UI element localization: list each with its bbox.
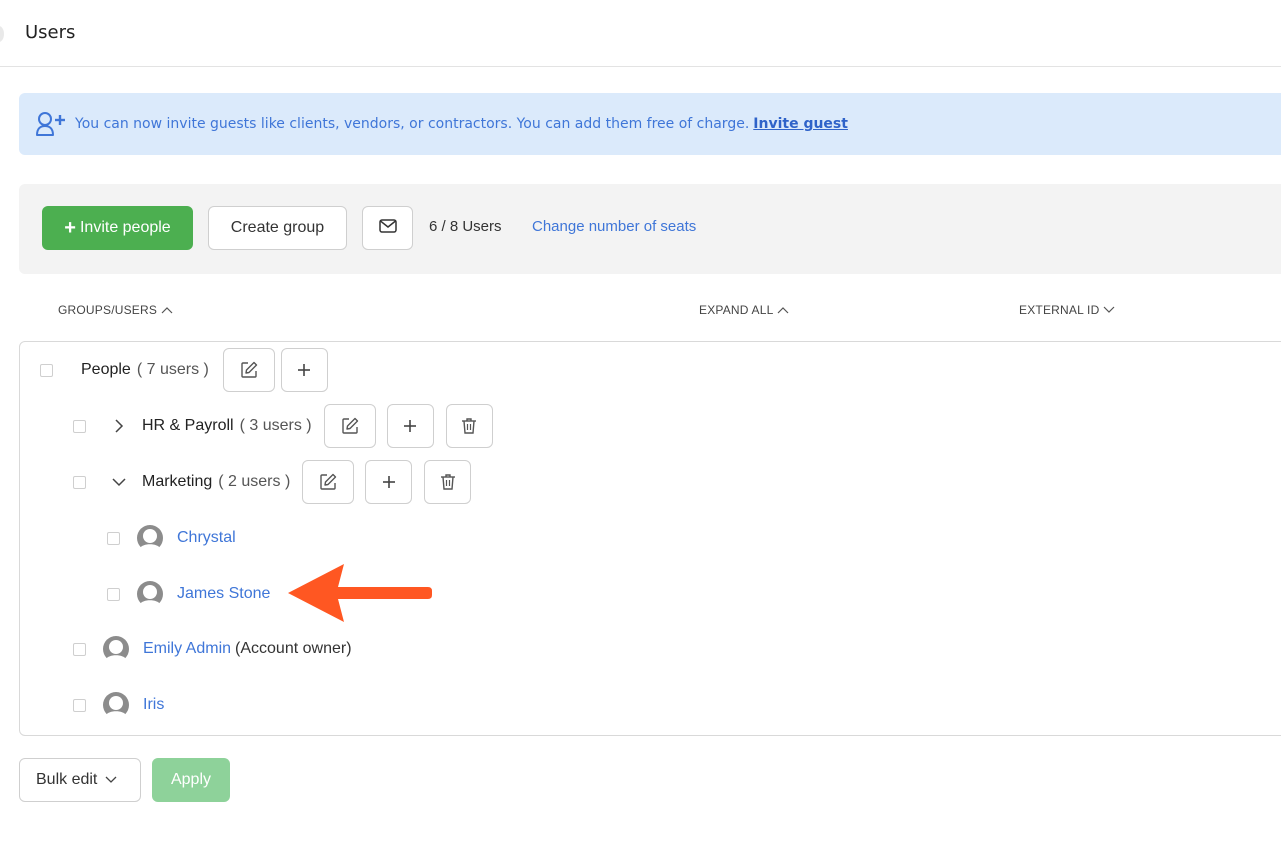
row-checkbox[interactable] bbox=[73, 642, 86, 656]
create-group-button[interactable]: Create group bbox=[208, 206, 347, 250]
group-name: People bbox=[81, 361, 131, 378]
edit-group-button[interactable] bbox=[302, 460, 355, 504]
add-user-icon bbox=[35, 110, 69, 138]
page-header: Users bbox=[0, 0, 1281, 67]
users-toolbar: + Invite people Create group 6 / 8 Users… bbox=[19, 184, 1281, 274]
edit-icon bbox=[341, 417, 358, 434]
user-name-link[interactable]: Emily Admin bbox=[143, 640, 231, 658]
row-checkbox[interactable] bbox=[73, 475, 86, 489]
column-external-id[interactable]: EXTERNAL ID bbox=[1019, 303, 1115, 317]
chevron-up-icon bbox=[778, 307, 789, 314]
user-name-link[interactable]: James Stone bbox=[177, 585, 270, 603]
apply-button[interactable]: Apply bbox=[152, 758, 230, 802]
user-row-emily-admin: Emily Admin (Account owner) bbox=[73, 626, 352, 672]
plus-icon bbox=[382, 476, 395, 488]
envelope-icon bbox=[378, 218, 397, 238]
chevron-down-icon bbox=[1104, 306, 1115, 313]
add-to-group-button[interactable] bbox=[386, 404, 434, 448]
plus-icon bbox=[404, 420, 417, 432]
edit-group-button[interactable] bbox=[222, 348, 275, 392]
plus-icon: + bbox=[64, 217, 76, 239]
annotation-arrow-icon bbox=[288, 564, 432, 622]
group-row-people: People ( 7 users ) bbox=[40, 347, 328, 393]
bulk-edit-dropdown[interactable]: Bulk edit bbox=[19, 758, 141, 802]
edit-group-button[interactable] bbox=[323, 404, 376, 448]
invite-people-button[interactable]: + Invite people bbox=[42, 206, 193, 250]
plus-icon bbox=[298, 364, 311, 376]
delete-group-button[interactable] bbox=[445, 404, 493, 448]
group-count: ( 7 users ) bbox=[136, 361, 209, 378]
avatar-icon bbox=[103, 692, 129, 719]
change-seats-link[interactable]: Change number of seats bbox=[532, 218, 696, 235]
edit-icon bbox=[320, 473, 337, 490]
avatar-icon bbox=[103, 636, 129, 663]
column-groups-users-label: GROUPS/USERS bbox=[58, 303, 158, 317]
user-row-chrystal: Chrystal bbox=[107, 515, 236, 561]
row-checkbox[interactable] bbox=[73, 698, 86, 712]
group-name: HR & Payroll bbox=[142, 417, 234, 434]
edit-icon bbox=[241, 361, 258, 378]
row-checkbox[interactable] bbox=[107, 587, 120, 601]
banner-text: You can now invite guests like clients, … bbox=[75, 116, 750, 132]
account-owner-note: (Account owner) bbox=[235, 640, 352, 657]
column-external-id-label: EXTERNAL ID bbox=[1019, 303, 1100, 317]
row-checkbox[interactable] bbox=[40, 363, 53, 377]
expand-all-label: EXPAND ALL bbox=[699, 303, 774, 317]
group-count: ( 3 users ) bbox=[239, 417, 312, 434]
user-name-link[interactable]: Iris bbox=[143, 696, 164, 714]
add-to-group-button[interactable] bbox=[280, 348, 328, 392]
groups-users-tree: People ( 7 users ) HR & Payroll ( 3 user… bbox=[19, 341, 1281, 736]
group-count: ( 2 users ) bbox=[218, 473, 291, 490]
guest-invite-banner: You can now invite guests like clients, … bbox=[19, 93, 1281, 155]
invite-people-label: Invite people bbox=[79, 219, 171, 236]
chevron-down-icon[interactable] bbox=[112, 475, 126, 489]
expand-all-toggle[interactable]: EXPAND ALL bbox=[699, 303, 789, 317]
add-to-group-button[interactable] bbox=[365, 460, 413, 504]
chevron-right-icon[interactable] bbox=[112, 419, 126, 433]
seat-count: 6 / 8 Users bbox=[429, 218, 502, 235]
group-row-marketing: Marketing ( 2 users ) bbox=[73, 459, 472, 505]
delete-group-button[interactable] bbox=[424, 460, 472, 504]
group-name: Marketing bbox=[142, 473, 213, 490]
page-title: Users bbox=[25, 22, 76, 43]
trash-icon bbox=[440, 474, 455, 490]
row-checkbox[interactable] bbox=[73, 419, 86, 433]
bulk-edit-label: Bulk edit bbox=[36, 771, 98, 788]
chevron-up-icon bbox=[161, 307, 173, 314]
trash-icon bbox=[462, 418, 477, 434]
user-name-link[interactable]: Chrystal bbox=[177, 529, 236, 547]
invite-guest-link[interactable]: Invite guest bbox=[753, 116, 848, 132]
chevron-down-icon bbox=[105, 776, 117, 783]
row-checkbox[interactable] bbox=[107, 531, 120, 545]
group-row-hr-payroll: HR & Payroll ( 3 users ) bbox=[73, 403, 493, 449]
email-users-button[interactable] bbox=[362, 206, 413, 250]
user-row-james-stone: James Stone bbox=[107, 571, 270, 617]
avatar-icon bbox=[137, 581, 163, 608]
user-row-iris: Iris bbox=[73, 682, 164, 728]
avatar-icon bbox=[137, 525, 163, 552]
column-groups-users[interactable]: GROUPS/USERS bbox=[58, 303, 173, 317]
